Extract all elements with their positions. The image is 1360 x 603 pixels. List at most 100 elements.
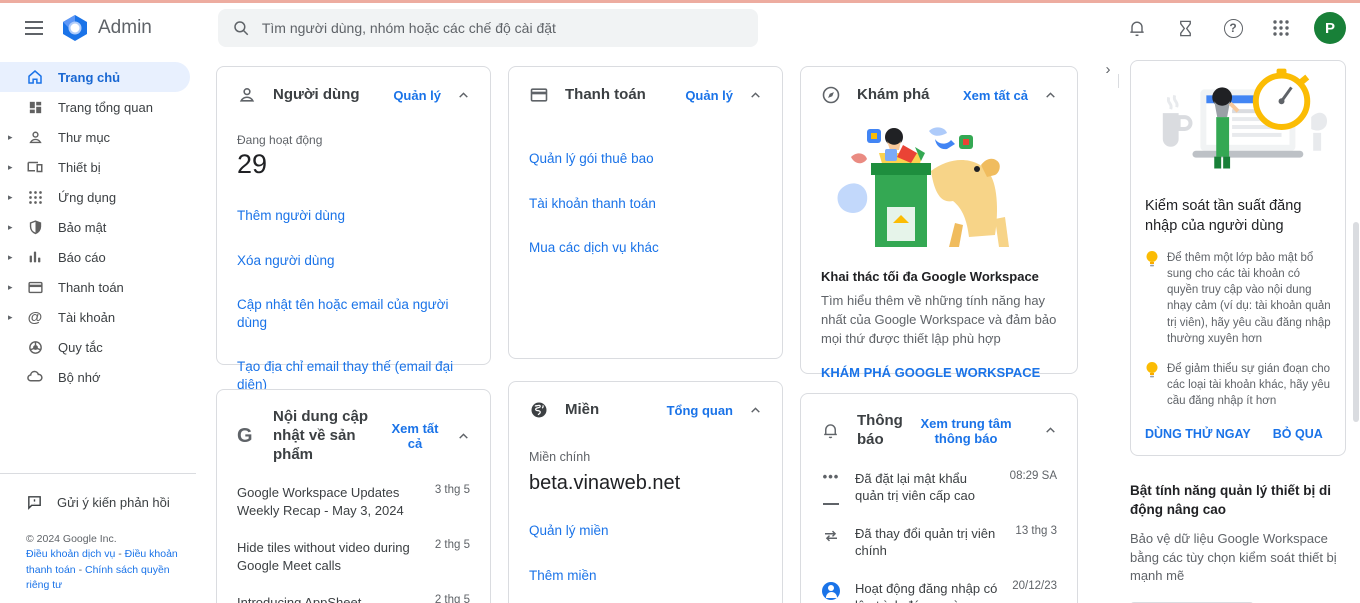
sidebar-item-label: Quy tắc — [58, 340, 103, 355]
updates-see-all-link[interactable]: Xem tất cả — [389, 421, 441, 451]
scrollbar[interactable] — [1352, 52, 1360, 603]
alert-item: ••• Đã đặt lại mật khẩu quản trị viên cấ… — [821, 470, 1057, 505]
delete-user-link[interactable]: Xóa người dùng — [237, 252, 470, 270]
alert-title[interactable]: Hoạt động đăng nhập có lập trình đáng ng… — [855, 580, 998, 603]
sidebar: Trang chủ Trang tổng quan ▸ Thư mục ▸ — [0, 53, 196, 603]
devices-icon — [26, 158, 44, 176]
collapse-chevron-icon[interactable] — [1044, 89, 1057, 102]
sidebar-item-home[interactable]: Trang chủ — [0, 62, 190, 92]
lightbulb-icon — [1145, 361, 1159, 409]
promo-tip: Để thêm một lớp bảo mật bổ sung cho các … — [1145, 250, 1331, 347]
alert-time: 08:29 SA — [1010, 470, 1057, 505]
expand-caret-icon[interactable]: ▸ — [8, 312, 13, 323]
sidebar-item-storage[interactable]: Bộ nhớ — [0, 362, 190, 392]
search-input[interactable] — [262, 20, 744, 36]
password-icon: ••• — [821, 470, 841, 505]
at-icon: @ — [26, 309, 44, 326]
apps-grid-icon[interactable] — [1262, 9, 1300, 47]
card-title: Miền — [565, 401, 667, 420]
update-title[interactable]: Google Workspace Updates Weekly Recap - … — [237, 484, 425, 519]
card-title: Thanh toán — [565, 86, 685, 105]
update-title[interactable]: Hide tiles without video during Google M… — [237, 539, 425, 574]
sidebar-item-dashboard[interactable]: Trang tổng quan — [0, 92, 190, 122]
sidebar-item-label: Ứng dụng — [58, 190, 116, 205]
manage-domains-link[interactable]: Quản lý miền — [529, 522, 762, 540]
add-domain-link[interactable]: Thêm miền — [529, 567, 762, 585]
expand-caret-icon[interactable]: ▸ — [8, 132, 13, 143]
sidebar-item-label: Bảo mật — [58, 220, 106, 235]
sidebar-item-directory[interactable]: ▸ Thư mục — [0, 122, 190, 152]
billing-accounts-link[interactable]: Tài khoản thanh toán — [529, 195, 762, 213]
collapse-chevron-icon[interactable] — [457, 430, 470, 443]
sidebar-item-reports[interactable]: ▸ Báo cáo — [0, 242, 190, 272]
expand-caret-icon[interactable]: ▸ — [8, 162, 13, 173]
tasks-hourglass-icon[interactable] — [1166, 9, 1204, 47]
billing-manage-link[interactable]: Quản lý — [685, 88, 733, 103]
collapse-chevron-icon[interactable] — [1044, 424, 1057, 437]
search-bar[interactable] — [218, 9, 758, 47]
buy-services-link[interactable]: Mua các dịch vụ khác — [529, 239, 762, 257]
mdm-promo-section: Bật tính năng quản lý thiết bị di động n… — [1130, 482, 1346, 603]
sidebar-item-billing[interactable]: ▸ Thanh toán — [0, 272, 190, 302]
try-now-button[interactable]: DÙNG THỬ NGAY — [1145, 427, 1251, 441]
promo-tip-text: Để thêm một lớp bảo mật bổ sung cho các … — [1167, 250, 1331, 347]
scrollbar-thumb[interactable] — [1353, 222, 1359, 422]
primary-domain-value: beta.vinaweb.net — [529, 472, 762, 495]
notifications-bell-icon[interactable] — [1118, 9, 1156, 47]
send-feedback-button[interactable]: Gửi ý kiến phản hồi — [0, 488, 196, 516]
users-manage-link[interactable]: Quản lý — [393, 88, 441, 103]
alert-time: 13 thg 3 — [1015, 525, 1057, 560]
sidebar-item-label: Thanh toán — [58, 280, 124, 295]
dashboard-icon — [26, 99, 44, 116]
wheel-icon — [26, 339, 44, 356]
expand-caret-icon[interactable]: ▸ — [8, 192, 13, 203]
recommendations-panel: Kiểm soát tần suất đăng nhập của người d… — [1130, 52, 1346, 603]
top-bar: Admin ? — [0, 3, 1360, 53]
expand-caret-icon[interactable]: ▸ — [8, 252, 13, 263]
discover-workspace-link[interactable]: KHÁM PHÁ GOOGLE WORKSPACE — [821, 365, 1040, 380]
add-user-link[interactable]: Thêm người dùng — [237, 207, 470, 225]
update-date: 2 thg 5 — [435, 594, 470, 603]
domains-overview-link[interactable]: Tổng quan — [667, 403, 733, 418]
google-g-icon: G — [237, 425, 257, 448]
update-item: Introducing AppSheet Organizations 2 thg… — [237, 594, 470, 603]
lightbulb-icon — [1145, 250, 1159, 347]
expand-caret-icon[interactable]: ▸ — [8, 282, 13, 293]
collapse-panel-chevron-icon[interactable]: › — [1096, 57, 1120, 81]
dismiss-button[interactable]: BỎ QUA — [1273, 427, 1323, 441]
collapse-chevron-icon[interactable] — [749, 89, 762, 102]
avatar[interactable]: P — [1314, 12, 1346, 44]
collapse-chevron-icon[interactable] — [749, 404, 762, 417]
menu-icon[interactable] — [14, 8, 54, 48]
cloud-icon — [26, 368, 44, 386]
alert-title[interactable]: Đã thay đổi quản trị viên chính — [855, 525, 1001, 560]
update-title[interactable]: Introducing AppSheet Organizations — [237, 594, 425, 603]
collapse-chevron-icon[interactable] — [457, 89, 470, 102]
sidebar-item-rules[interactable]: Quy tắc — [0, 332, 190, 362]
update-user-link[interactable]: Cập nhật tên hoặc email của người dùng — [237, 296, 470, 331]
bar-chart-icon — [26, 249, 44, 265]
manage-subscriptions-link[interactable]: Quản lý gói thuê bao — [529, 150, 762, 168]
sidebar-item-label: Tài khoản — [58, 310, 115, 325]
discover-see-all-link[interactable]: Xem tất cả — [963, 88, 1028, 103]
copyright: © 2024 Google Inc. — [26, 532, 186, 547]
sidebar-item-security[interactable]: ▸ Bảo mật — [0, 212, 190, 242]
terms-of-service-link[interactable]: Điều khoản dịch vụ — [26, 548, 115, 560]
session-length-promo-card: Kiểm soát tần suất đăng nhập của người d… — [1130, 60, 1346, 456]
legal-footer: © 2024 Google Inc. Điều khoản dịch vụ - … — [0, 516, 196, 603]
sidebar-item-devices[interactable]: ▸ Thiết bị — [0, 152, 190, 182]
admin-console: Admin ? — [0, 0, 1360, 603]
card-column-2: Thanh toán Quản lý Quản lý gói thuê bao … — [508, 66, 783, 603]
expand-caret-icon[interactable]: ▸ — [8, 222, 13, 233]
help-icon[interactable]: ? — [1214, 9, 1252, 47]
sidebar-item-account[interactable]: ▸ @ Tài khoản — [0, 302, 190, 332]
sidebar-item-apps[interactable]: ▸ Ứng dụng — [0, 182, 190, 212]
promo-tip: Để giảm thiểu sự gián đoạn cho các loại … — [1145, 361, 1331, 409]
alert-center-link[interactable]: Xem trung tâm thông báo — [904, 416, 1028, 446]
top-bar-icons: ? P — [1118, 9, 1346, 47]
sidebar-item-label: Báo cáo — [58, 250, 106, 265]
admin-logo-icon — [60, 13, 90, 43]
legal-links: Điều khoản dịch vụ - Điều khoản thanh to… — [26, 547, 186, 593]
feedback-icon — [26, 494, 43, 511]
alert-title[interactable]: Đã đặt lại mật khẩu quản trị viên cấp ca… — [855, 470, 996, 505]
